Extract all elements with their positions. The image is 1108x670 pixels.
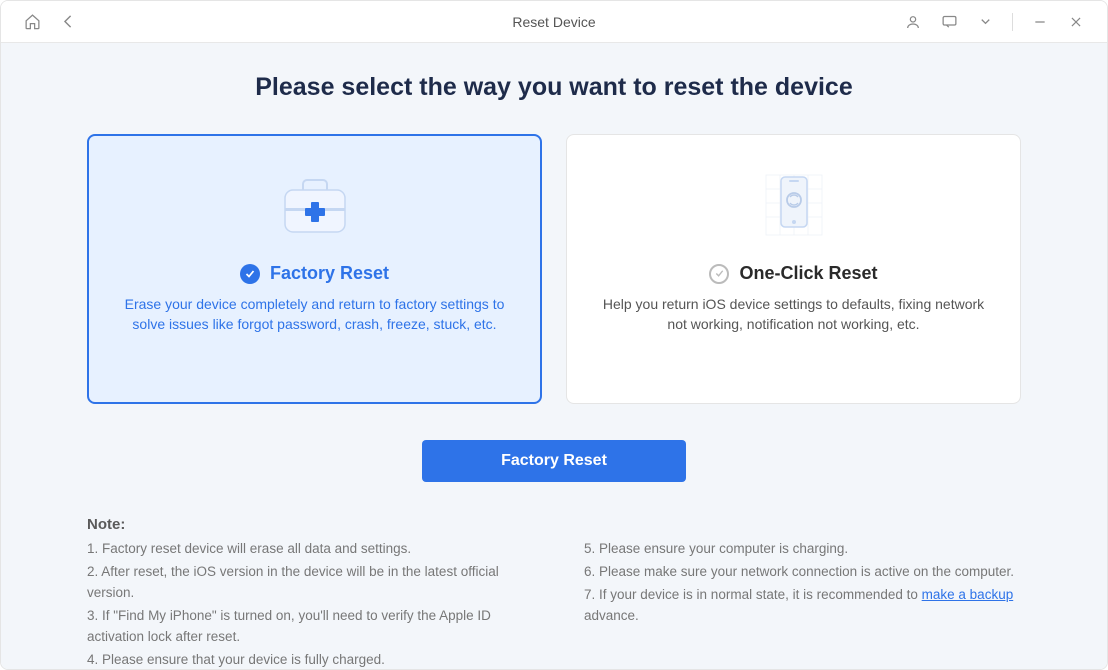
phone-reset-icon [754,165,834,245]
one-click-reset-title: One-Click Reset [739,263,877,284]
radio-unselected-icon [709,264,729,284]
make-backup-link[interactable]: make a backup [922,587,1014,602]
user-icon[interactable] [904,13,922,31]
note-4: 4. Please ensure that your device is ful… [87,650,524,669]
notes-heading: Note: [87,516,1021,533]
one-click-reset-desc: Help you return iOS device settings to d… [597,294,990,335]
note-2: 2. After reset, the iOS version in the d… [87,562,524,604]
chevron-down-icon[interactable] [976,13,994,31]
note-6: 6. Please make sure your network connect… [584,562,1021,583]
one-click-reset-card[interactable]: One-Click Reset Help you return iOS devi… [566,134,1021,404]
notes-section: Note: 1. Factory reset device will erase… [87,516,1021,669]
note-3: 3. If "Find My iPhone" is turned on, you… [87,606,524,648]
note-1: 1. Factory reset device will erase all d… [87,539,524,560]
titlebar: Reset Device [1,1,1107,43]
minimize-icon[interactable] [1031,13,1049,31]
notes-right-col: 5. Please ensure your computer is chargi… [584,539,1021,669]
titlebar-divider [1012,13,1013,31]
close-icon[interactable] [1067,13,1085,31]
back-icon[interactable] [59,13,77,31]
note-7: 7. If your device is in normal state, it… [584,585,1021,627]
factory-reset-desc: Erase your device completely and return … [118,294,511,335]
medkit-icon [275,165,355,245]
note-5: 5. Please ensure your computer is chargi… [584,539,1021,560]
factory-reset-title: Factory Reset [270,263,389,284]
window-title: Reset Device [512,14,595,30]
factory-reset-button[interactable]: Factory Reset [422,440,686,482]
reset-options: Factory Reset Erase your device complete… [87,134,1021,404]
factory-reset-card[interactable]: Factory Reset Erase your device complete… [87,134,542,404]
content-area: Please select the way you want to reset … [1,43,1107,669]
home-icon[interactable] [23,13,41,31]
feedback-icon[interactable] [940,13,958,31]
page-heading: Please select the way you want to reset … [87,73,1021,102]
notes-left-col: 1. Factory reset device will erase all d… [87,539,524,669]
checkmark-icon [240,264,260,284]
